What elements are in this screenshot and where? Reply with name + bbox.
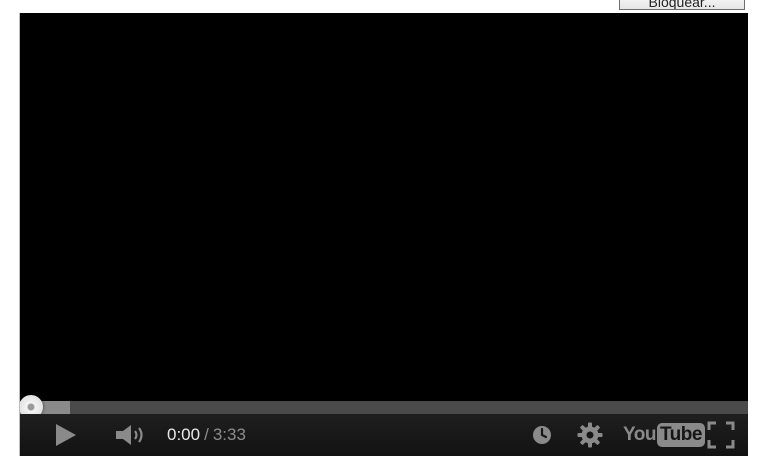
volume-icon — [116, 425, 143, 445]
block-button[interactable]: Bloquear... — [619, 0, 745, 10]
play-button[interactable] — [43, 414, 87, 456]
clock-icon — [533, 426, 551, 444]
video-player[interactable]: 0:00 / 3:33 You Tube — [19, 13, 748, 456]
watch-later-button[interactable] — [529, 414, 555, 456]
video-screen[interactable] — [19, 13, 748, 399]
volume-button[interactable] — [107, 414, 155, 456]
fullscreen-icon — [707, 421, 735, 449]
logo-you: You — [623, 424, 656, 445]
time-separator: / — [204, 425, 209, 444]
time-display: 0:00 / 3:33 — [167, 414, 246, 456]
current-time: 0:00 — [167, 425, 201, 444]
player-border — [19, 13, 20, 456]
gear-icon — [577, 422, 603, 448]
fullscreen-button[interactable] — [703, 414, 739, 456]
logo-tube: Tube — [656, 423, 705, 447]
duration: 3:33 — [212, 425, 246, 444]
settings-button[interactable] — [575, 414, 605, 456]
control-bar: 0:00 / 3:33 You Tube — [19, 414, 748, 456]
youtube-logo[interactable]: You Tube — [623, 414, 705, 456]
progress-bar[interactable] — [19, 395, 748, 419]
play-icon — [56, 424, 76, 446]
